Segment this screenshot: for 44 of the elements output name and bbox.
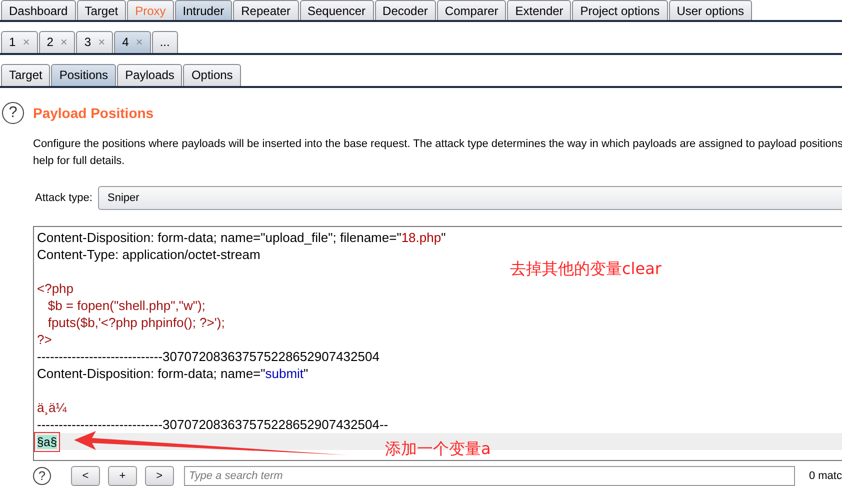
request-line: <?php — [36, 280, 75, 297]
request-line: -----------------------------307072083637575228652907432504 — [36, 348, 380, 365]
request-editor[interactable] — [33, 226, 842, 461]
request-line: Content-Type: application/octet-stream — [36, 246, 262, 263]
main-tab[interactable]: Project options — [572, 0, 668, 20]
search-field[interactable]: Type a search term — [184, 466, 795, 486]
attack-tab[interactable]: 2 × — [38, 30, 76, 53]
attack-type-label: Attack type: — [35, 192, 92, 204]
sub-tab[interactable]: Target — [1, 64, 50, 86]
help-icon[interactable]: ? — [2, 102, 24, 124]
request-line: ä¸ä¼ — [36, 398, 68, 416]
main-tab[interactable]: User options — [668, 0, 752, 20]
request-line: Content-Disposition: form-data; name="submit" — [36, 364, 310, 382]
nav-button[interactable]: < — [71, 466, 100, 486]
nav-button[interactable]: + — [108, 466, 137, 486]
nav-button[interactable]: > — [144, 466, 174, 486]
payload-marker: §a§ — [37, 434, 58, 449]
main-tab[interactable]: Dashboard — [1, 0, 76, 20]
sub-tab[interactable]: Options — [183, 64, 241, 86]
attack-tab[interactable]: ... — [152, 30, 178, 53]
request-line: Content-Disposition: form-data; name="upload_file"; filename="18.php" — [36, 228, 447, 246]
attack-tab[interactable]: 1 × — [1, 30, 38, 53]
help-icon[interactable]: ? — [33, 467, 51, 485]
main-tab[interactable]: Sequencer — [300, 0, 374, 20]
main-tab[interactable]: Target — [76, 0, 126, 20]
request-line: fputs($b,'<?php phpinfo(); ?>'); — [46, 314, 226, 331]
annotation-text: 添加一个变量a — [385, 438, 491, 460]
sub-tab[interactable]: Payloads — [117, 64, 182, 86]
request-line: ?> — [36, 330, 53, 348]
attack-tab[interactable]: 3 × — [76, 30, 114, 53]
annotation-text: 去掉其他的变量clear — [510, 258, 662, 280]
attack-type-dropdown[interactable]: Sniper — [98, 186, 842, 210]
main-tab[interactable]: Decoder — [374, 0, 436, 20]
request-line: -----------------------------307072083637575228652907432504-- — [36, 416, 390, 433]
description-text: help for full details. — [33, 154, 126, 169]
request-line: $b = fopen("shell.php","w"); — [46, 296, 206, 314]
main-tab[interactable]: Comparer — [436, 0, 506, 20]
match-count: 0 matc — [808, 470, 842, 482]
main-tab[interactable]: Extender — [507, 0, 572, 20]
section-title: Payload Positions — [33, 104, 154, 121]
main-tab[interactable]: Intruder — [174, 0, 232, 20]
sub-tab[interactable]: Positions — [51, 64, 116, 86]
main-tab[interactable]: Repeater — [233, 0, 298, 20]
attack-tab[interactable]: 4 × — [114, 30, 151, 53]
